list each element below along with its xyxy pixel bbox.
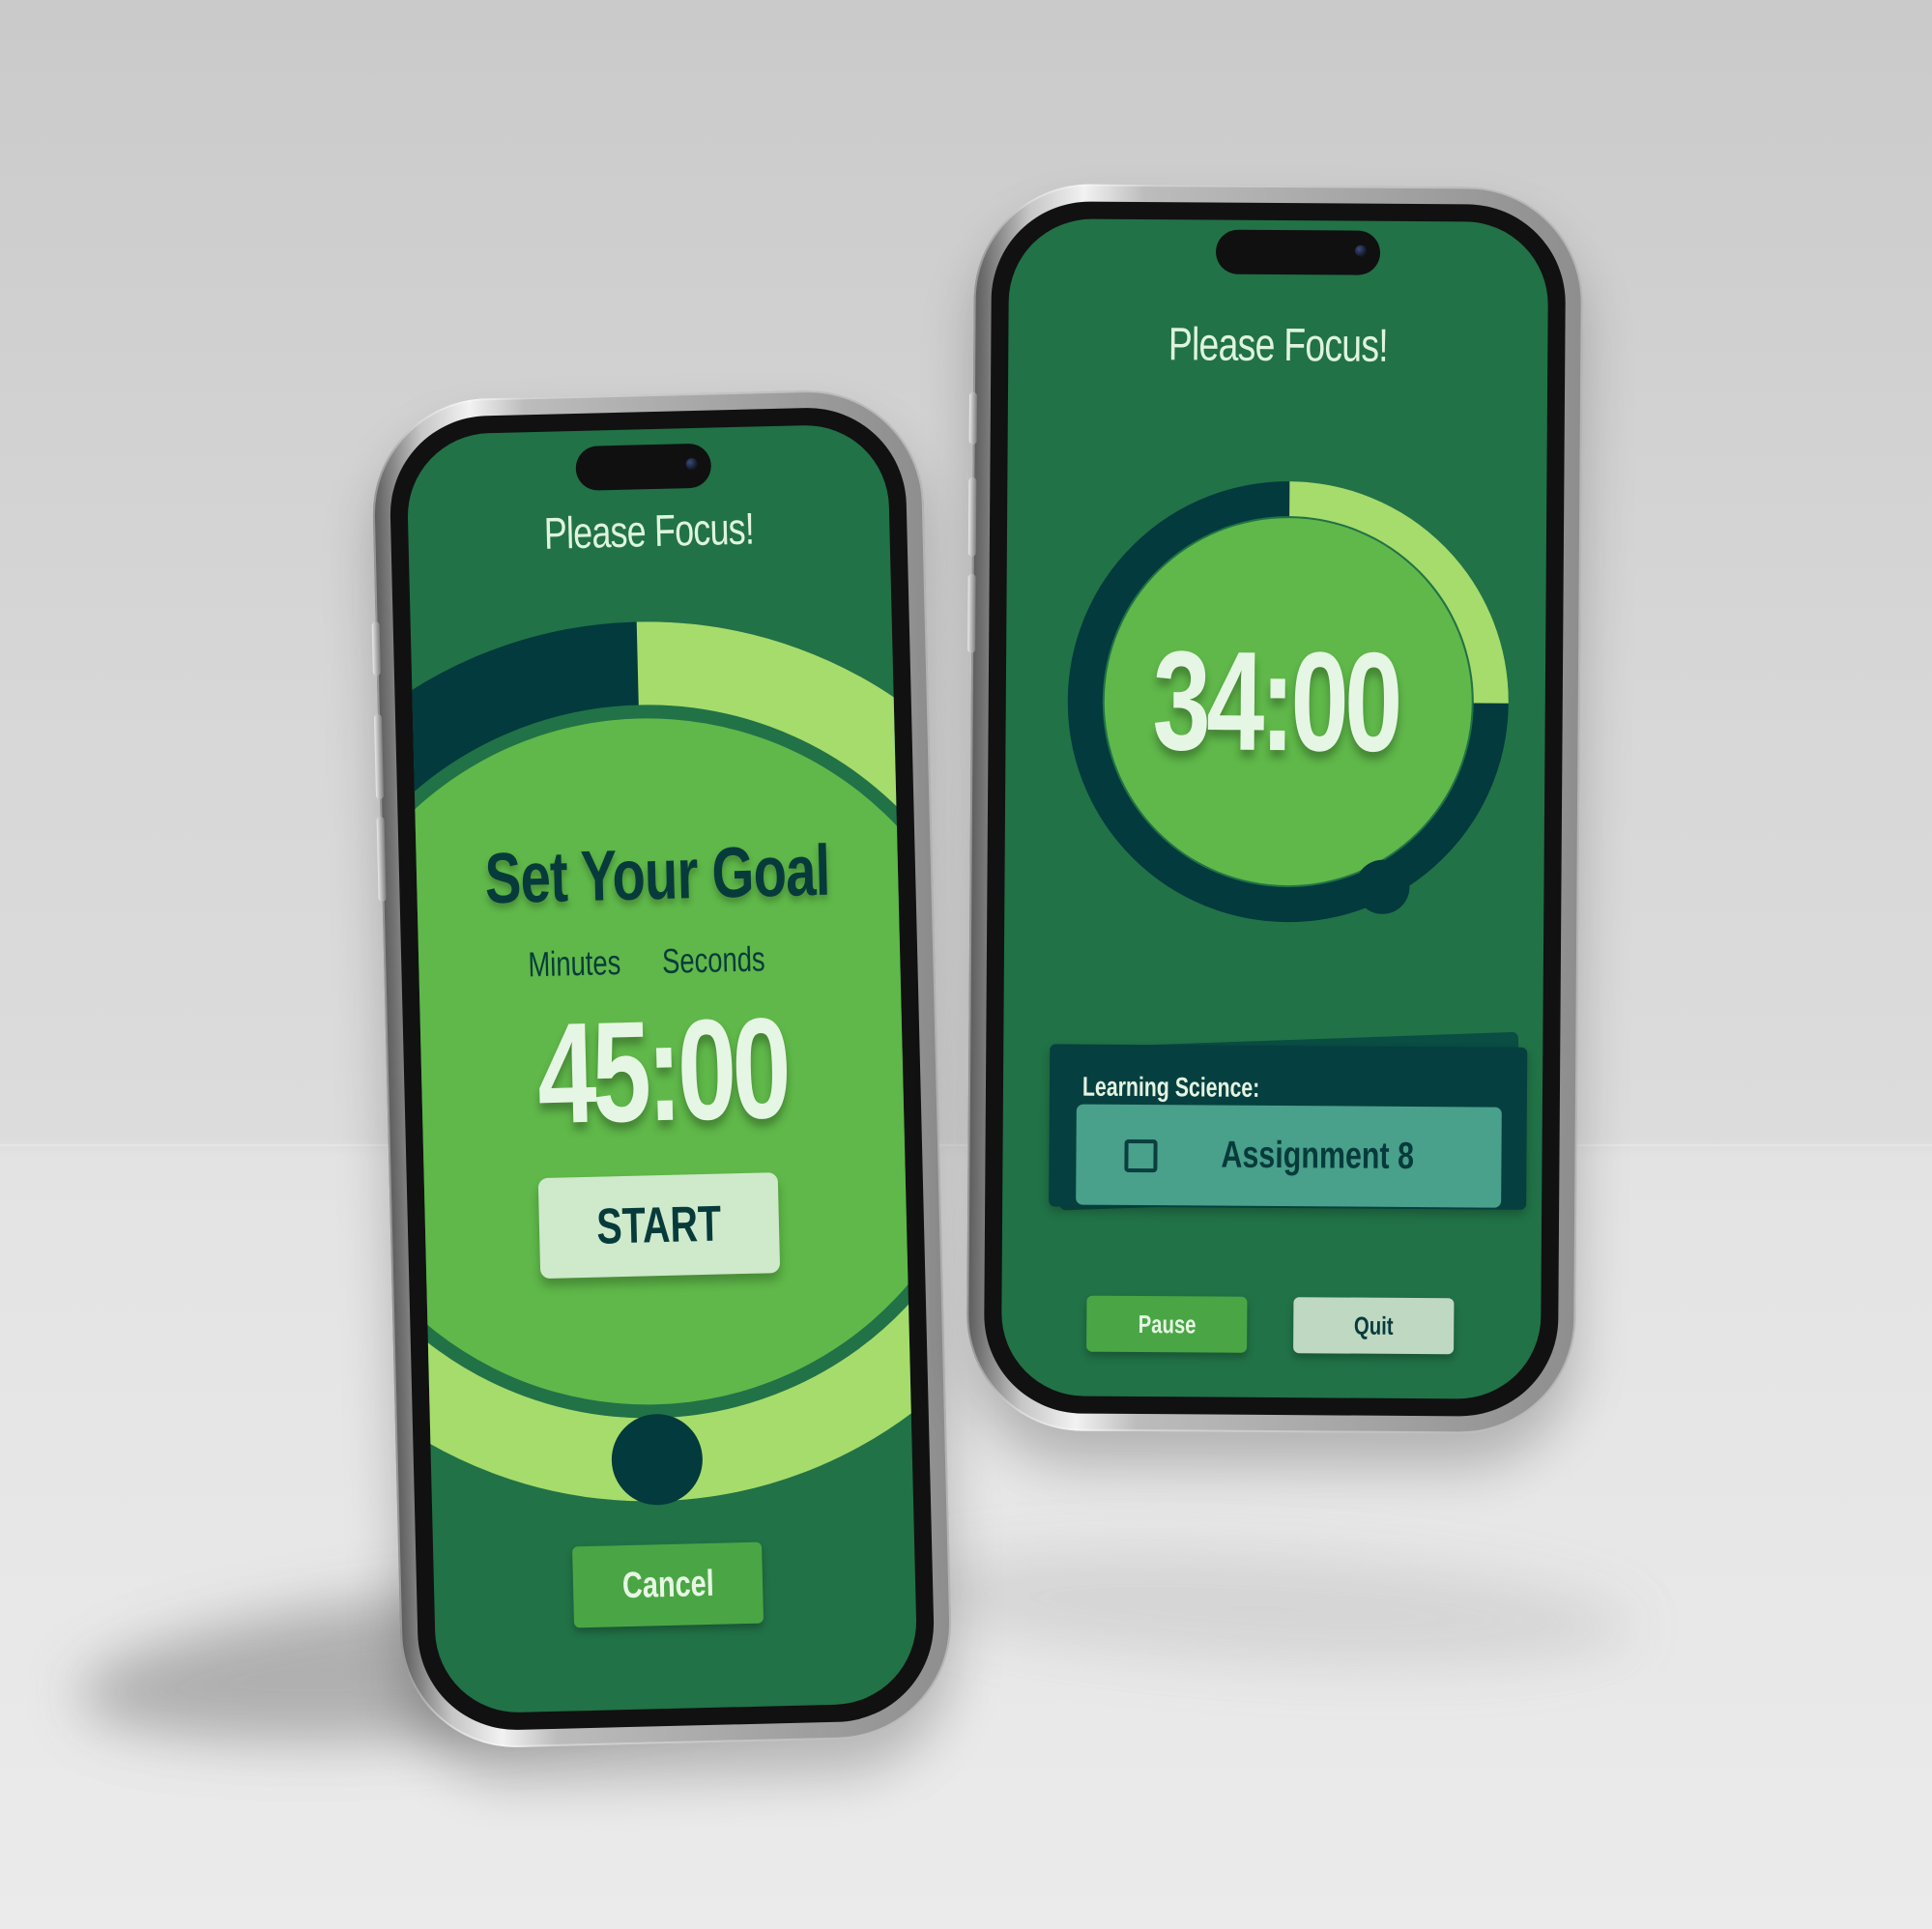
left-page-title: Please Focus! <box>543 503 755 559</box>
left-phone-screen-frame: Please Focus! Set Your Goal Minutes Seco… <box>388 405 937 1733</box>
start-button-label: START <box>595 1195 723 1255</box>
right-phone-volume-up-button <box>967 476 977 557</box>
pause-button[interactable]: Pause <box>1086 1295 1248 1353</box>
goal-heading: Set Your Goal <box>483 829 831 919</box>
goal-time-display[interactable]: 45:00 <box>482 986 843 1159</box>
right-dynamic-island <box>1215 229 1381 275</box>
checkbox-icon[interactable] <box>1124 1138 1158 1173</box>
left-phone-volume-up-button <box>373 713 385 800</box>
left-phone-mockup: Please Focus! Set Your Goal Minutes Seco… <box>370 388 954 1750</box>
task-name: Assignment 8 <box>1221 1134 1415 1178</box>
right-phone-mute-button <box>968 391 978 445</box>
right-phone-volume-down-button <box>967 573 976 653</box>
cancel-button[interactable]: Cancel <box>572 1541 764 1628</box>
right-timer-progress-knob <box>1355 859 1410 914</box>
cancel-button-label: Cancel <box>621 1563 714 1606</box>
task-card: Learning Science: Assignment 8 <box>1049 1044 1528 1210</box>
start-button[interactable]: START <box>537 1172 781 1280</box>
countdown-time-display: 34:00 <box>1152 621 1399 781</box>
floor-horizon <box>0 1144 1932 1146</box>
quit-button[interactable]: Quit <box>1293 1297 1455 1355</box>
right-phone-shadow <box>896 1537 1636 1682</box>
quit-button-label: Quit <box>1353 1310 1394 1340</box>
task-card-stack: Learning Science: Assignment 8 <box>1049 1028 1533 1215</box>
seconds-label: Seconds <box>661 938 766 981</box>
camera-icon <box>685 457 698 471</box>
right-focus-screen: Please Focus! 34:00 Learning Science: As… <box>1000 218 1549 1399</box>
left-focus-screen: Please Focus! Set Your Goal Minutes Seco… <box>405 423 919 1714</box>
right-page-title: Please Focus! <box>1168 319 1389 372</box>
left-phone-mute-button <box>371 621 381 677</box>
task-row[interactable]: Assignment 8 <box>1076 1104 1502 1208</box>
left-phone-volume-down-button <box>376 816 387 903</box>
right-phone-screen-frame: Please Focus! 34:00 Learning Science: As… <box>983 200 1567 1418</box>
task-course-heading: Learning Science: <box>1081 1071 1260 1103</box>
camera-icon <box>1354 245 1368 257</box>
left-dynamic-island <box>575 443 712 491</box>
minutes-label: Minutes <box>527 942 621 985</box>
pause-button-label: Pause <box>1138 1309 1197 1339</box>
right-phone-mockup: Please Focus! 34:00 Learning Science: As… <box>966 183 1584 1435</box>
